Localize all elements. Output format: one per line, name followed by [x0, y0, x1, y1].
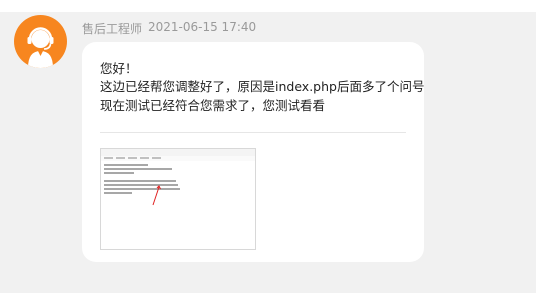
message-timestamp: 2021-06-15 17:40 [148, 20, 257, 34]
top-strip [0, 0, 536, 12]
message-line-3: 现在测试已经符合您需求了，您测试看看 [100, 98, 326, 113]
message-bubble: 您好！ 这边已经帮您调整好了，原因是index.php后面多了个问号 现在测试已… [82, 42, 424, 262]
screenshot-text-line [104, 192, 132, 194]
sender-name: 售后工程师 [82, 22, 143, 36]
screenshot-text-line [104, 164, 148, 166]
screenshot-menu-item [128, 157, 137, 159]
screenshot-menu-item [140, 157, 149, 159]
screenshot-text-line [104, 180, 176, 182]
red-arrow-icon [152, 185, 161, 206]
screenshot-menu-item [116, 157, 125, 159]
screenshot-attachment[interactable] [100, 148, 256, 250]
support-agent-headset-icon [27, 27, 54, 68]
message-line-2: 这边已经帮您调整好了，原因是index.php后面多了个问号 [100, 79, 425, 94]
message-line-1: 您好！ [100, 61, 138, 76]
screenshot-menu-item [104, 157, 113, 159]
message-divider [100, 132, 406, 133]
screenshot-text-line [104, 172, 134, 174]
screenshot-text-line [104, 168, 172, 170]
avatar[interactable] [14, 15, 67, 68]
screenshot-menu-item [152, 157, 161, 159]
